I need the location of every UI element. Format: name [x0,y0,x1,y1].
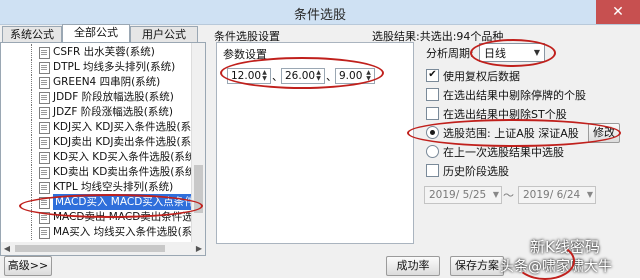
document-icon [39,212,50,224]
scroll-left-arrow-icon[interactable]: ◀ [1,242,13,255]
period-select[interactable]: 日线 ▼ [479,43,545,62]
document-icon [39,227,50,239]
document-icon [39,182,50,194]
remove-st-checkbox[interactable] [426,107,439,120]
chevron-down-icon[interactable]: ▼ [530,44,544,61]
formula-tree: CSFR 出水芙蓉(系统) DTPL 均线多头排列(系统) GREEN4 四串阴… [0,42,206,244]
scope-radio[interactable] [426,126,439,139]
advanced-button[interactable]: 高级>> [4,256,52,276]
tree-item[interactable]: MA买入 均线买入条件选股(系统) [1,224,205,240]
scroll-right-arrow-icon[interactable]: ▶ [193,242,205,255]
document-icon [39,92,50,104]
scroll-thumb[interactable] [194,165,203,213]
spinner-arrows-icon[interactable]: ▲ ▼ [260,70,269,82]
tree-item-selected[interactable]: MACD买入 MACD买入点条件选 [1,194,205,210]
tree-item[interactable]: KTPL 均线空头排列(系统) [1,179,201,195]
param-1-spinner[interactable]: 12.00 ▲ ▼ [227,68,271,84]
params-title: 参数设置 [223,48,267,61]
tree-item[interactable]: KD卖出 KD卖出条件选股(系统) [1,164,201,180]
use-adjusted-label: 使用复权后数据 [443,70,520,83]
tree-item[interactable]: KDJ卖出 KDJ卖出条件选股(系统) [1,134,205,150]
edit-scope-button[interactable]: 修改 [588,123,620,143]
date-range-separator: ～ [503,189,514,202]
params-box: 参数设置 12.00 ▲ ▼ 、 26.00 ▲ ▼ 、 9.00 ▲ ▼ [216,42,414,244]
history-stage-label: 历史阶段选股 [443,165,509,178]
remove-suspended-label: 在选出结果中剔除停牌的个股 [443,89,586,102]
tree-item[interactable]: MACD卖出 MACD卖出条件选股(系统) [1,209,205,225]
tab-all-formula[interactable]: 全部公式 [62,24,130,44]
tree-item[interactable]: JDDF 阶段放幅选股(系统) [1,89,201,105]
window-title: 条件选股 [293,8,346,23]
tree-item[interactable]: GREEN4 四串阴(系统) [1,74,201,90]
param-3-spinner[interactable]: 9.00 ▲ ▼ [335,68,375,84]
date-to-picker[interactable]: 2019/ 6/24 ▼ [518,186,596,204]
scroll-thumb[interactable] [15,245,165,252]
last-result-radio[interactable] [426,145,439,158]
spinner-arrows-icon[interactable]: ▲ ▼ [314,70,323,82]
calendar-dropdown-icon[interactable]: ▼ [493,187,499,203]
document-icon [39,47,50,59]
document-icon [39,167,50,179]
success-rate-button[interactable]: 成功率 [386,256,440,276]
formula-tabs: 系统公式 全部公式 用户公式 [0,24,206,44]
calendar-dropdown-icon[interactable]: ▼ [587,187,593,203]
title-bar: 条件选股 ✕ [0,0,640,25]
scope-label: 选股范围: 上证A股 深证A股 [443,127,579,140]
tree-vertical-scrollbar[interactable] [191,43,205,243]
param-2-spinner[interactable]: 26.00 ▲ ▼ [281,68,325,84]
document-icon [39,122,50,134]
document-icon [39,62,50,74]
condition-stock-selection-dialog: 条件选股 ✕ 系统公式 全部公式 用户公式 CSFR 出水芙蓉(系统) DTPL… [0,0,640,280]
tree-item[interactable]: KDJ买入 KDJ买入条件选股(系统) [1,119,205,135]
save-plan-button[interactable]: 保存方案 [450,256,504,276]
remove-st-label: 在选出结果中剔除ST个股 [443,108,567,121]
watermark-line-1: 新K线密码 [530,238,600,256]
tab-system-formula[interactable]: 系统公式 [2,26,62,43]
document-icon [39,152,50,164]
watermark-line-2: 头条@啸家啸大牛 [500,259,612,275]
tab-user-formula[interactable]: 用户公式 [130,26,198,43]
tree-item[interactable]: DTPL 均线多头排列(系统) [1,59,201,75]
tree-item[interactable]: KD买入 KD买入条件选股(系统) [1,149,201,165]
period-label: 分析周期: [426,47,474,60]
use-adjusted-checkbox[interactable]: ✔ [426,69,439,82]
document-icon [39,197,50,209]
formula-panel: 系统公式 全部公式 用户公式 CSFR 出水芙蓉(系统) DTPL 均线多头排列… [0,24,206,278]
tree-item[interactable]: CSFR 出水芙蓉(系统) [1,44,201,60]
close-button[interactable]: ✕ [596,0,640,24]
tree-item[interactable]: JDZF 阶段涨幅选股(系统) [1,104,201,120]
document-icon [39,137,50,149]
document-icon [39,77,50,89]
date-from-picker[interactable]: 2019/ 5/25 ▼ [424,186,502,204]
spinner-arrows-icon[interactable]: ▲ ▼ [364,70,373,82]
document-icon [39,107,50,119]
history-stage-checkbox[interactable] [426,164,439,177]
last-result-label: 在上一次选股结果中选股 [443,146,564,159]
tree-horizontal-scrollbar[interactable]: ◀ ▶ [0,242,206,256]
remove-suspended-checkbox[interactable] [426,88,439,101]
